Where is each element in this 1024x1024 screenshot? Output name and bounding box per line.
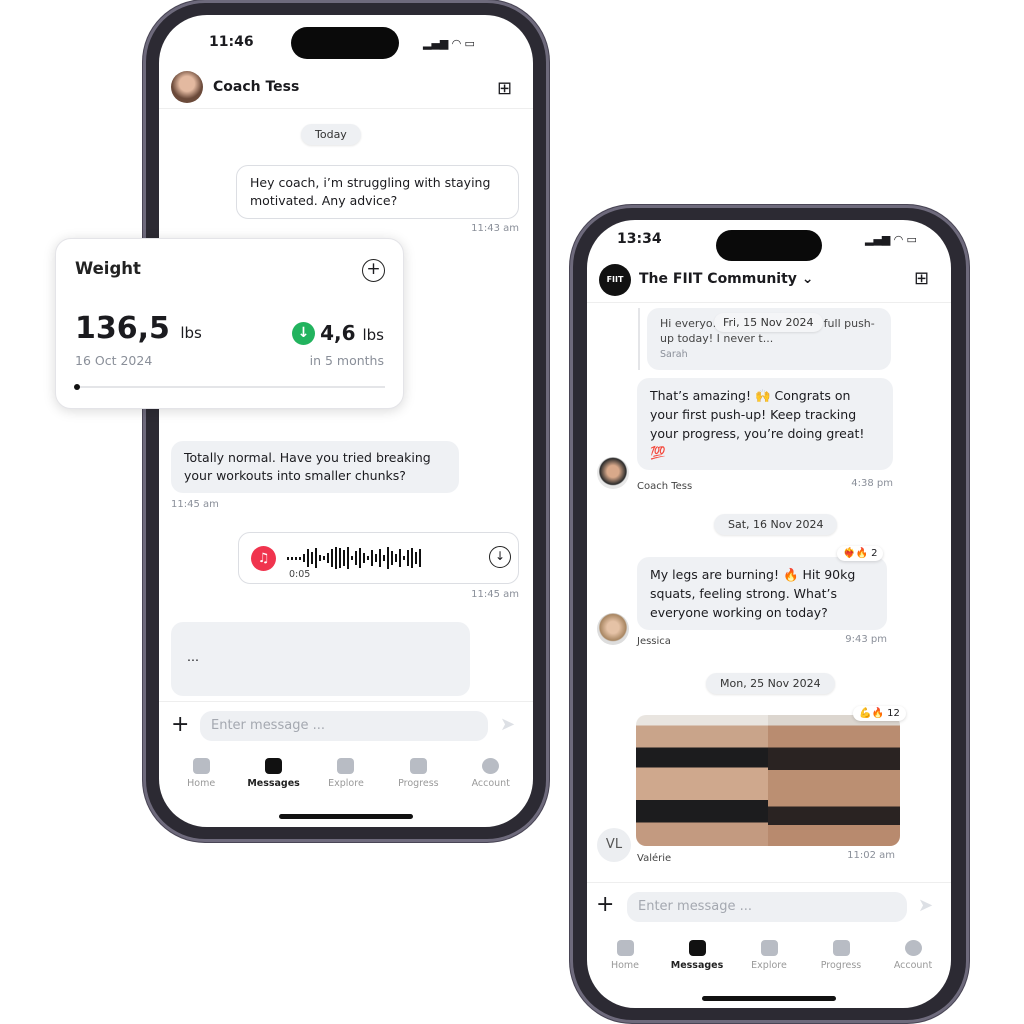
nav-account[interactable]: Account: [461, 758, 521, 789]
progress-icon: [832, 940, 850, 956]
progress-track: [75, 386, 385, 388]
valerie-avatar[interactable]: VL: [597, 828, 631, 862]
phone-screen: 11:46 ▂▄▆ ◠ ▭ Coach Tess ⊞ Today Hey coa…: [159, 15, 533, 827]
progress-dot: [74, 384, 80, 390]
nav-home[interactable]: Home: [171, 758, 231, 789]
nav-account[interactable]: Account: [883, 940, 943, 971]
plus-icon[interactable]: +: [171, 712, 189, 737]
date-chip: Fri, 15 Nov 2024: [714, 313, 823, 332]
home-icon: [192, 758, 210, 774]
account-icon: [904, 940, 922, 956]
weight-card[interactable]: Weight + 136,5 lbs 16 Oct 2024 ↓ 4,6 lbs…: [55, 238, 404, 409]
grid-icon: [760, 940, 778, 956]
divider: [587, 302, 951, 303]
chat-title: Coach Tess: [213, 79, 300, 95]
status-icons: ▂▄▆ ◠ ▭: [865, 233, 917, 246]
message-input[interactable]: Enter message ...: [627, 892, 907, 922]
reactions-badge[interactable]: ❤️‍🔥🔥 2: [837, 546, 884, 561]
message-incoming: My legs are burning! 🔥 Hit 90kg squats, …: [637, 557, 887, 630]
nav-progress[interactable]: Progress: [388, 758, 448, 789]
send-icon[interactable]: ➤: [500, 714, 515, 735]
bottom-nav: Home Messages Explore Progress Account: [589, 940, 949, 971]
status-time: 11:46: [209, 34, 254, 50]
nav-explore[interactable]: Explore: [316, 758, 376, 789]
weight-date: 16 Oct 2024: [75, 353, 153, 368]
nav-explore[interactable]: Explore: [739, 940, 799, 971]
plus-icon[interactable]: +: [596, 892, 614, 917]
typing-message: ...: [171, 622, 470, 696]
jessica-avatar[interactable]: [597, 613, 629, 645]
coach-avatar[interactable]: [597, 457, 629, 489]
message-incoming: Totally normal. Have you tried breaking …: [171, 441, 459, 493]
home-indicator: [702, 996, 836, 1001]
message-time: 11:45 am: [171, 499, 219, 510]
weight-value: 136,5 lbs: [75, 311, 202, 346]
chevron-down-icon: ⌄: [801, 271, 814, 287]
grid-menu-icon[interactable]: ⊞: [497, 78, 512, 99]
divider: [587, 882, 951, 883]
reactions-badge[interactable]: 💪🔥 12: [853, 706, 906, 721]
before-after-photo[interactable]: [636, 715, 900, 846]
home-icon: [616, 940, 634, 956]
author-name: Coach Tess: [637, 481, 693, 492]
home-indicator: [279, 814, 413, 819]
message-incoming: That’s amazing! 🙌 Congrats on your first…: [637, 378, 893, 470]
divider: [159, 701, 533, 702]
progress-icon: [409, 758, 427, 774]
phone-frame-community: 13:34 ▂▄▆ ◠ ▭ FIIT The FIIT Community ⌄ …: [570, 205, 969, 1023]
phone-screen: 13:34 ▂▄▆ ◠ ▭ FIIT The FIIT Community ⌄ …: [587, 220, 951, 1008]
quote-line: [638, 308, 640, 370]
card-title: Weight: [75, 259, 141, 278]
message-time: 9:43 pm: [845, 634, 887, 645]
message-time: 11:43 am: [471, 223, 519, 234]
bottom-nav: Home Messages Explore Progress Account: [165, 758, 527, 789]
status-time: 13:34: [617, 231, 662, 247]
voice-duration: 0:05: [289, 569, 311, 580]
weight-change: 4,6 lbs: [320, 321, 384, 345]
chat-icon: [688, 940, 706, 956]
nav-messages[interactable]: Messages: [244, 758, 304, 789]
message-outgoing: Hey coach, i’m struggling with staying m…: [236, 165, 519, 219]
author-name: Jessica: [637, 636, 671, 647]
date-chip: Today: [301, 124, 361, 145]
message-time: 4:38 pm: [851, 478, 893, 489]
nav-messages[interactable]: Messages: [667, 940, 727, 971]
add-icon[interactable]: +: [362, 259, 385, 282]
send-icon[interactable]: ➤: [918, 895, 933, 916]
date-chip: Mon, 25 Nov 2024: [706, 673, 835, 694]
chat-title[interactable]: The FIIT Community ⌄: [639, 271, 814, 287]
grid-icon: [337, 758, 355, 774]
community-logo: FIIT: [599, 264, 631, 296]
status-icons: ▂▄▆ ◠ ▭: [423, 37, 475, 50]
message-time: 11:02 am: [847, 850, 895, 861]
nav-home[interactable]: Home: [595, 940, 655, 971]
grid-menu-icon[interactable]: ⊞: [914, 268, 929, 289]
date-chip: Sat, 16 Nov 2024: [714, 514, 838, 535]
dynamic-island: [716, 230, 822, 261]
author-name: Valérie: [637, 853, 672, 864]
chat-icon: [265, 758, 283, 774]
coach-avatar[interactable]: [171, 71, 203, 103]
arrow-down-icon: ↓: [292, 322, 315, 345]
dynamic-island: [291, 27, 399, 59]
divider: [159, 108, 533, 109]
message-time: 11:45 am: [471, 589, 519, 600]
account-icon: [482, 758, 500, 774]
voice-message: ♫ 0:05 ↓: [238, 532, 519, 584]
download-icon[interactable]: ↓: [489, 546, 511, 568]
change-period: in 5 months: [309, 353, 384, 368]
message-input[interactable]: Enter message ...: [200, 711, 488, 741]
phone-frame-coach: 11:46 ▂▄▆ ◠ ▭ Coach Tess ⊞ Today Hey coa…: [143, 0, 549, 842]
music-note-icon: ♫: [251, 546, 276, 571]
nav-progress[interactable]: Progress: [811, 940, 871, 971]
